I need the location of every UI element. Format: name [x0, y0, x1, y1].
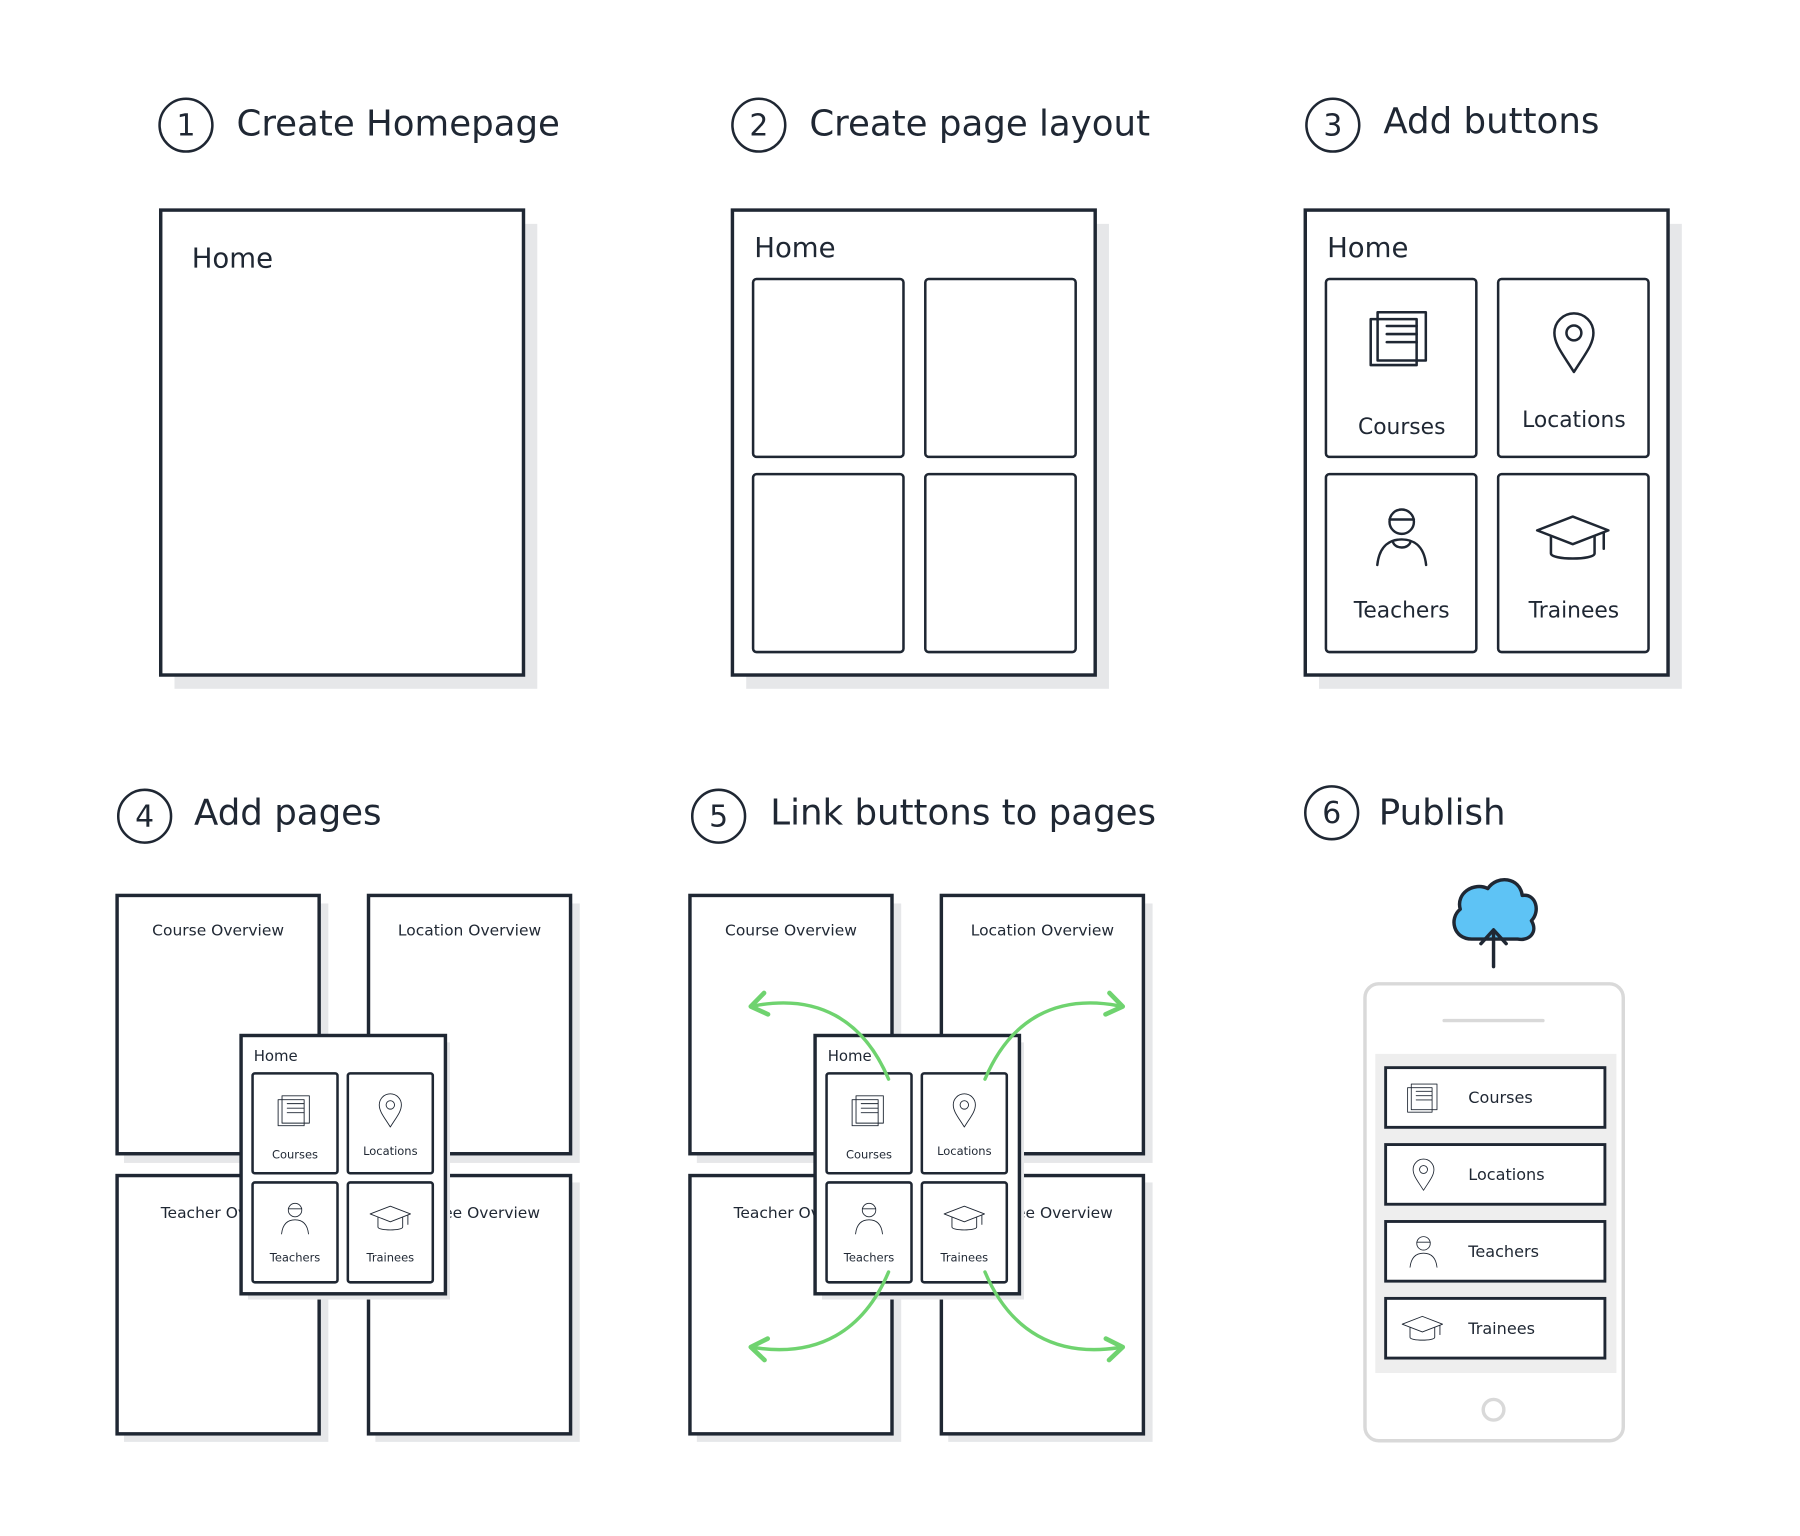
mini-locations-button[interactable]: Locations	[346, 1072, 435, 1175]
courses-label: Courses	[1468, 1088, 1532, 1107]
step-3: 3 Add buttons Home Courses Locations Tea…	[1303, 97, 1682, 689]
layout-cell	[924, 277, 1077, 459]
locations-label: Locations	[937, 1144, 992, 1158]
trainees-label: Trainees	[366, 1251, 415, 1265]
courses-button[interactable]: Courses	[1324, 277, 1478, 459]
phone-teachers-button[interactable]: Teachers	[1384, 1220, 1607, 1283]
step-title: Publish	[1379, 792, 1506, 833]
step-title: Create Homepage	[236, 103, 559, 144]
overview-title: Course Overview	[725, 922, 857, 940]
phone-trainees-button[interactable]: Trainees	[1384, 1296, 1607, 1360]
step-number: 6	[1322, 796, 1341, 831]
page-title: Home	[828, 1047, 872, 1065]
trainees-label: Trainees	[940, 1251, 989, 1265]
mini-trainees-button[interactable]: Trainees	[920, 1181, 1009, 1284]
overview-title: Location Overview	[398, 922, 542, 940]
diagram-canvas: 1 Create Homepage Home 2 Create page lay…	[115, 97, 1682, 1443]
page-title: Home	[1327, 232, 1408, 264]
locations-label: Locations	[1522, 408, 1626, 433]
page-title: Home	[754, 232, 835, 264]
step-title: Add buttons	[1383, 101, 1599, 142]
locations-button[interactable]: Locations	[1496, 277, 1650, 459]
mini-courses-button[interactable]: Courses	[251, 1072, 339, 1175]
teachers-label: Teachers	[1467, 1242, 1539, 1261]
step-1-heading: 1 Create Homepage	[158, 97, 560, 153]
teachers-label: Teachers	[269, 1251, 320, 1265]
step-title: Link buttons to pages	[770, 792, 1156, 833]
teachers-label: Teachers	[1353, 599, 1450, 624]
step-number: 3	[1323, 108, 1342, 143]
step-number: 1	[176, 108, 195, 143]
step-1: 1 Create Homepage Home	[158, 97, 560, 689]
overview-title: ee Overview	[1016, 1204, 1113, 1222]
step-5: 5 Link buttons to pages Course Overview …	[688, 788, 1156, 1442]
mini-teachers-button[interactable]: Teachers	[251, 1181, 339, 1284]
overview-title: ee Overview	[443, 1204, 540, 1222]
step-title: Add pages	[194, 792, 382, 833]
mini-locations-button[interactable]: Locations	[920, 1072, 1009, 1175]
teachers-label: Teachers	[843, 1251, 894, 1265]
phone-home-button[interactable]	[1481, 1397, 1506, 1422]
step-title: Create page layout	[809, 103, 1150, 144]
phone-locations-button[interactable]: Locations	[1384, 1143, 1607, 1206]
step-6-heading: 6 Publish	[1304, 785, 1506, 841]
step-number: 5	[709, 800, 728, 835]
step-number: 2	[749, 108, 768, 143]
layout-cell	[924, 472, 1077, 654]
homepage-frame	[158, 208, 526, 677]
courses-label: Courses	[846, 1147, 892, 1161]
layout-cell	[751, 472, 905, 654]
locations-label: Locations	[363, 1144, 418, 1158]
step-6: 6 Publish Courses Locations Teachers Tra…	[1304, 785, 1625, 1443]
locations-label: Locations	[1468, 1165, 1544, 1184]
step-5-heading: 5 Link buttons to pages	[690, 788, 1156, 844]
step-4-heading: 4 Add pages	[116, 788, 382, 844]
step-number: 4	[135, 800, 154, 835]
step-3-heading: 3 Add buttons	[1305, 97, 1599, 153]
trainees-label: Trainees	[1528, 599, 1619, 624]
page-title: Home	[254, 1047, 298, 1065]
step-2: 2 Create page layout Home	[730, 97, 1150, 689]
teachers-button[interactable]: Teachers	[1324, 472, 1478, 654]
diagram-scene: 1 Create Homepage Home 2 Create page lay…	[0, 0, 1800, 1536]
trainees-button[interactable]: Trainees	[1496, 472, 1650, 654]
cloud-upload-icon	[1452, 878, 1538, 969]
trainees-label: Trainees	[1467, 1319, 1535, 1338]
mini-teachers-button[interactable]: Teachers	[825, 1181, 913, 1284]
layout-cell	[751, 277, 905, 459]
mini-trainees-button[interactable]: Trainees	[346, 1181, 435, 1284]
courses-label: Courses	[272, 1147, 318, 1161]
step-2-heading: 2 Create page layout	[731, 97, 1150, 153]
overview-title: Location Overview	[971, 922, 1115, 940]
step-4: 4 Add pages Course Overview Location Ove…	[115, 788, 580, 1442]
overview-title: Course Overview	[152, 922, 284, 940]
page-title: Home	[192, 242, 273, 274]
phone-courses-button[interactable]: Courses	[1384, 1066, 1607, 1129]
courses-label: Courses	[1358, 415, 1445, 440]
mini-courses-button[interactable]: Courses	[825, 1072, 913, 1175]
